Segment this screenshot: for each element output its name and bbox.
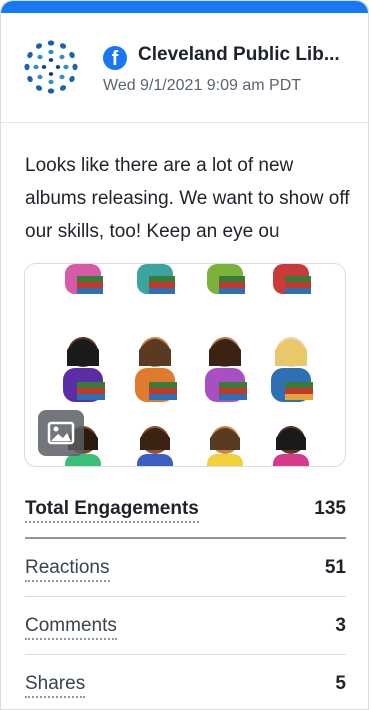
page-name[interactable]: Cleveland Public Lib...	[138, 44, 358, 66]
metric-label[interactable]: Shares	[25, 673, 86, 698]
metric-label[interactable]: Reactions	[25, 557, 110, 582]
engagement-metrics: Total Engagements 135 Reactions 51 Comme…	[25, 485, 346, 709]
post-text: Looks like there are a lot of new albums…	[25, 155, 350, 242]
facebook-icon: f	[103, 46, 127, 70]
post-header: f Cleveland Public Lib... Wed 9/1/2021 9…	[1, 13, 368, 123]
post-timestamp: Wed 9/1/2021 9:09 am PDT	[103, 77, 302, 94]
post-card: f Cleveland Public Lib... Wed 9/1/2021 9…	[0, 0, 369, 710]
metric-value: 51	[324, 557, 346, 578]
card-accent-bar	[1, 1, 368, 13]
metric-row-shares: Shares 5	[25, 655, 346, 709]
image-icon	[38, 410, 84, 456]
library-logo-avatar[interactable]	[21, 37, 81, 97]
metric-value: 5	[335, 673, 346, 694]
metric-value: 3	[335, 615, 346, 636]
metric-row-comments: Comments 3	[25, 597, 346, 655]
metric-label[interactable]: Comments	[25, 615, 117, 640]
metric-row-total-engagements: Total Engagements 135	[25, 485, 346, 539]
metric-value: 135	[314, 498, 346, 519]
post-media-image[interactable]	[24, 263, 346, 467]
metric-row-reactions: Reactions 51	[25, 539, 346, 597]
metric-label[interactable]: Total Engagements	[25, 498, 199, 523]
